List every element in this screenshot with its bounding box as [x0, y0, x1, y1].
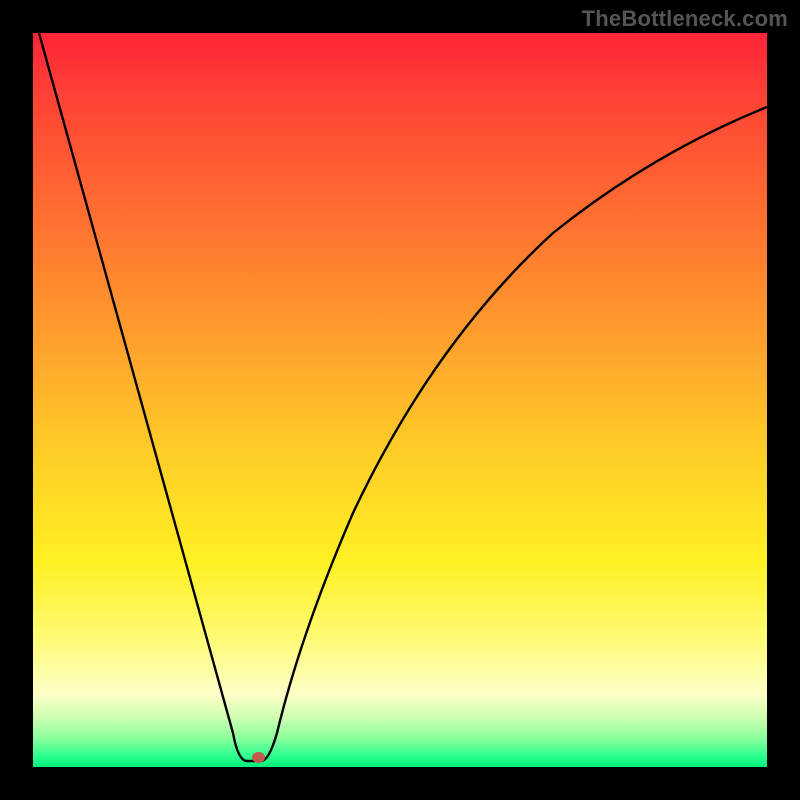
watermark-text: TheBottleneck.com: [582, 6, 788, 32]
plot-area: [33, 33, 767, 767]
chart-frame: TheBottleneck.com: [0, 0, 800, 800]
bottleneck-curve: [33, 33, 767, 767]
curve-path: [39, 33, 767, 761]
minimum-marker: [252, 752, 265, 763]
